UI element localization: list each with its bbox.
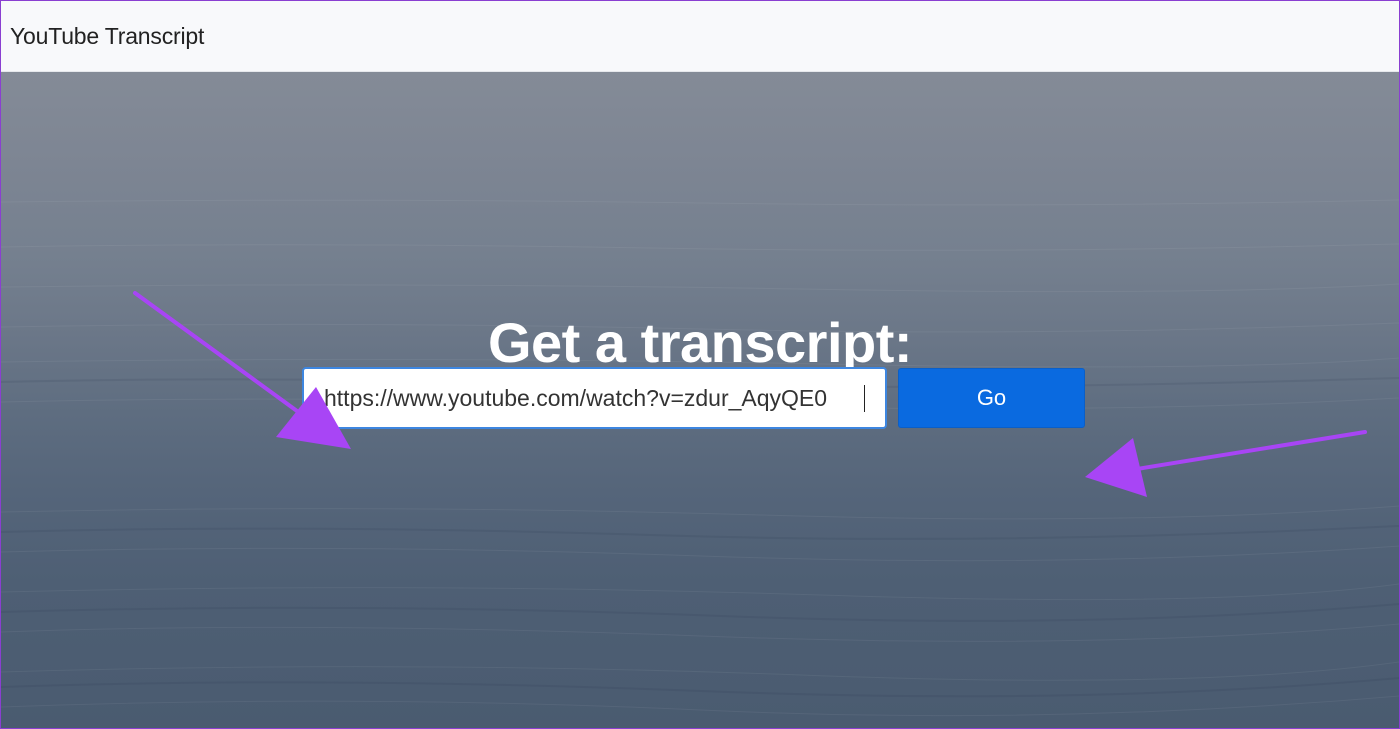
brand-link[interactable]: YouTube Transcript: [10, 23, 204, 50]
hero-title: Get a transcript:: [487, 311, 913, 374]
video-url-input[interactable]: [302, 367, 887, 429]
navbar: YouTube Transcript: [1, 1, 1399, 72]
text-cursor: [864, 385, 865, 412]
browser-frame: YouTube Transcript Get a transcript: htt…: [0, 0, 1400, 729]
go-button[interactable]: Go: [898, 368, 1085, 428]
